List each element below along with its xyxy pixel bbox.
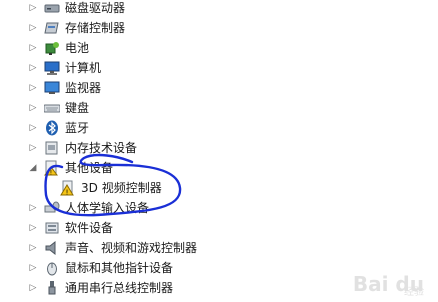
storage-controller-icon xyxy=(44,20,60,36)
mouse-icon xyxy=(44,260,60,276)
tree-item-label: 磁盘驱动器 xyxy=(65,1,126,15)
disk-drive-icon xyxy=(44,0,60,16)
monitor-icon xyxy=(44,80,60,96)
computer-icon xyxy=(44,60,60,76)
tree-item-label: 蓝牙 xyxy=(65,121,90,135)
tree-item-monitors[interactable]: ▷ 监视器 xyxy=(0,78,300,98)
memory-device-icon xyxy=(44,140,60,156)
software-device-icon xyxy=(44,220,60,236)
expand-arrow-icon[interactable]: ▷ xyxy=(28,223,38,233)
tree-item-3d-video-controller[interactable]: ! 3D 视频控制器 xyxy=(16,178,316,198)
tree-item-label: 键盘 xyxy=(65,101,90,115)
usb-icon xyxy=(44,280,60,296)
expand-arrow-icon[interactable]: ▷ xyxy=(28,263,38,273)
expand-arrow-icon[interactable]: ▷ xyxy=(28,43,38,53)
tree-item-memory-devices[interactable]: ▷ 内存技术设备 xyxy=(0,138,300,158)
tree-item-label: 通用串行总线控制器 xyxy=(65,281,174,295)
tree-item-usb-controllers[interactable]: ▷ 通用串行总线控制器 xyxy=(0,278,300,298)
tree-item-other-devices[interactable]: ◢ ! 其他设备 xyxy=(0,158,300,178)
expand-arrow-icon[interactable]: ▷ xyxy=(28,63,38,73)
tree-item-label: 鼠标和其他指针设备 xyxy=(65,261,174,275)
expand-arrow-icon[interactable]: ▷ xyxy=(28,103,38,113)
tree-item-disk-drives[interactable]: ▷ 磁盘驱动器 xyxy=(0,0,300,18)
tree-item-sound-video-game[interactable]: ▷ 声音、视频和游戏控制器 xyxy=(0,238,300,258)
audio-icon xyxy=(44,240,60,256)
expand-arrow-icon[interactable]: ▷ xyxy=(28,143,38,153)
tree-item-label: 电池 xyxy=(65,41,90,55)
tree-item-label: 内存技术设备 xyxy=(65,141,138,155)
keyboard-icon xyxy=(43,100,61,116)
tree-item-bluetooth[interactable]: ▷ 蓝牙 xyxy=(0,118,300,138)
tree-item-mice[interactable]: ▷ 鼠标和其他指针设备 xyxy=(0,258,300,278)
expand-arrow-icon[interactable]: ▷ xyxy=(28,83,38,93)
tree-item-storage-controllers[interactable]: ▷ 存储控制器 xyxy=(0,18,300,38)
warning-device-icon: ! xyxy=(60,180,76,197)
bluetooth-icon xyxy=(44,120,60,136)
baidu-watermark: Bai du 经验 xyxy=(353,272,424,298)
tree-item-label: 人体学输入设备 xyxy=(65,201,150,215)
expand-arrow-icon[interactable]: ▷ xyxy=(28,3,38,13)
battery-icon xyxy=(44,40,60,56)
watermark-sub: 经验 xyxy=(404,287,424,298)
tree-item-keyboards[interactable]: ▷ 键盘 xyxy=(0,98,300,118)
expand-arrow-icon[interactable]: ▷ xyxy=(28,123,38,133)
svg-text:!: ! xyxy=(66,189,69,197)
expand-arrow-icon[interactable]: ▷ xyxy=(28,283,38,293)
tree-item-label: 声音、视频和游戏控制器 xyxy=(65,241,198,255)
tree-item-software-devices[interactable]: ▷ 软件设备 xyxy=(0,218,300,238)
expand-arrow-icon[interactable]: ▷ xyxy=(28,203,38,213)
tree-item-label: 存储控制器 xyxy=(65,21,126,35)
tree-item-batteries[interactable]: ▷ 电池 xyxy=(0,38,300,58)
tree-item-label: 3D 视频控制器 xyxy=(81,181,162,195)
other-devices-warning-icon: ! xyxy=(44,160,60,177)
tree-item-computer[interactable]: ▷ 计算机 xyxy=(0,58,300,78)
tree-item-label: 其他设备 xyxy=(65,161,114,175)
tree-item-label: 软件设备 xyxy=(65,221,114,235)
tree-item-hid[interactable]: ▷ 人体学输入设备 xyxy=(0,198,300,218)
expand-arrow-icon[interactable]: ▷ xyxy=(28,243,38,253)
expand-arrow-icon[interactable]: ▷ xyxy=(28,23,38,33)
collapse-arrow-icon[interactable]: ◢ xyxy=(28,163,38,173)
svg-text:!: ! xyxy=(50,170,52,177)
hid-icon xyxy=(44,200,60,216)
device-tree: ▷ 磁盘驱动器 ▷ 存储控制器 ▷ 电池 ▷ 计算机 ▷ 监视器 ▷ 键盘 ▷ … xyxy=(0,0,438,302)
tree-item-label: 监视器 xyxy=(65,81,102,95)
tree-item-label: 计算机 xyxy=(65,61,102,75)
